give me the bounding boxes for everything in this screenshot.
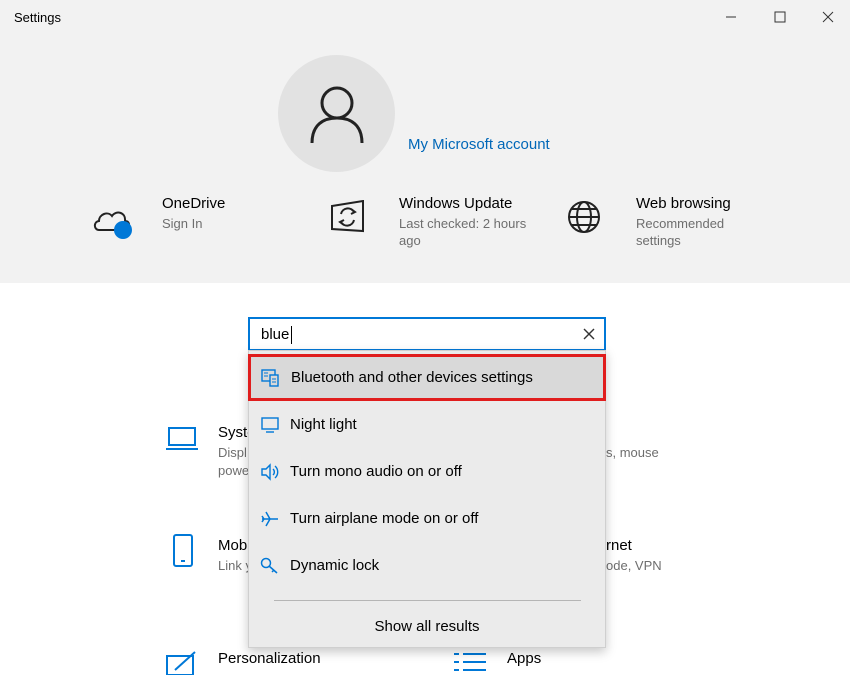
suggestion-mono-audio[interactable]: Turn mono audio on or off bbox=[249, 448, 605, 495]
window-title: Settings bbox=[14, 10, 61, 25]
category-personalization-name: Personalization bbox=[218, 650, 321, 667]
maximize-icon bbox=[774, 11, 786, 23]
suggestions-divider bbox=[274, 600, 581, 601]
laptop-icon bbox=[166, 427, 198, 450]
close-icon bbox=[822, 11, 834, 23]
category-network-name: rnet bbox=[606, 537, 632, 554]
maximize-button[interactable] bbox=[757, 0, 803, 34]
category-apps-name: Apps bbox=[507, 650, 542, 667]
search-input[interactable]: blue bbox=[261, 326, 289, 343]
tile-web-browsing-name: Web browsing bbox=[636, 195, 731, 212]
minimize-button[interactable] bbox=[708, 0, 754, 34]
suggestion-label: Night light bbox=[290, 416, 357, 433]
phone-icon bbox=[173, 534, 193, 567]
tile-windows-update-subtitle: Last checked: 2 hours ago bbox=[399, 216, 527, 248]
text-caret bbox=[291, 326, 292, 344]
airplane-icon bbox=[261, 511, 278, 527]
microsoft-account-link[interactable]: My Microsoft account bbox=[408, 136, 550, 153]
category-system-subtitle-1: Displ bbox=[218, 445, 247, 460]
suggestion-dynamic-lock[interactable]: Dynamic lock bbox=[249, 542, 605, 589]
category-phone-name: Mob bbox=[218, 537, 248, 554]
person-icon bbox=[310, 86, 363, 143]
suggestion-airplane-mode[interactable]: Turn airplane mode on or off bbox=[249, 495, 605, 542]
tile-web-browsing[interactable]: Web browsing Recommended settings bbox=[566, 195, 766, 250]
suggestion-night-light[interactable]: Night light bbox=[249, 401, 605, 448]
avatar[interactable] bbox=[278, 55, 395, 172]
category-phone-subtitle: Link y bbox=[218, 558, 252, 573]
title-bar: Settings bbox=[0, 0, 850, 36]
category-system-subtitle-2: powe bbox=[218, 463, 250, 478]
speaker-icon bbox=[261, 463, 279, 481]
close-icon[interactable] bbox=[582, 327, 596, 341]
category-devices-subtitle: s, mouse bbox=[606, 445, 659, 460]
suggestion-label: Bluetooth and other devices settings bbox=[291, 369, 533, 386]
windows-update-icon bbox=[331, 200, 364, 233]
suggestion-label: Dynamic lock bbox=[290, 557, 380, 574]
globe-icon bbox=[568, 201, 600, 233]
show-all-results-button[interactable]: Show all results bbox=[249, 618, 605, 635]
suggestion-label: Turn mono audio on or off bbox=[290, 463, 462, 480]
suggestion-label: Turn airplane mode on or off bbox=[290, 510, 479, 527]
tile-onedrive[interactable]: OneDrive Sign In bbox=[92, 195, 292, 250]
suggestion-bluetooth[interactable]: Bluetooth and other devices settings bbox=[248, 354, 606, 401]
apps-list-icon bbox=[454, 653, 486, 671]
key-icon bbox=[260, 557, 278, 574]
bluetooth-devices-icon bbox=[261, 369, 279, 387]
onedrive-cloud-icon bbox=[93, 211, 132, 239]
monitor-icon bbox=[261, 417, 279, 433]
close-button[interactable] bbox=[805, 0, 850, 34]
settings-search-box[interactable]: blue bbox=[248, 317, 606, 351]
category-network-subtitle: ode, VPN bbox=[606, 558, 662, 573]
tile-onedrive-subtitle: Sign In bbox=[162, 216, 203, 231]
minimize-icon bbox=[726, 16, 736, 18]
tile-web-browsing-subtitle: Recommended settings bbox=[636, 216, 725, 248]
personalization-icon bbox=[166, 651, 196, 675]
tile-windows-update-name: Windows Update bbox=[399, 195, 513, 212]
tile-onedrive-name: OneDrive bbox=[162, 195, 226, 212]
tile-windows-update[interactable]: Windows Update Last checked: 2 hours ago bbox=[329, 195, 529, 250]
search-suggestions: Bluetooth and other devices settings Nig… bbox=[248, 350, 606, 648]
